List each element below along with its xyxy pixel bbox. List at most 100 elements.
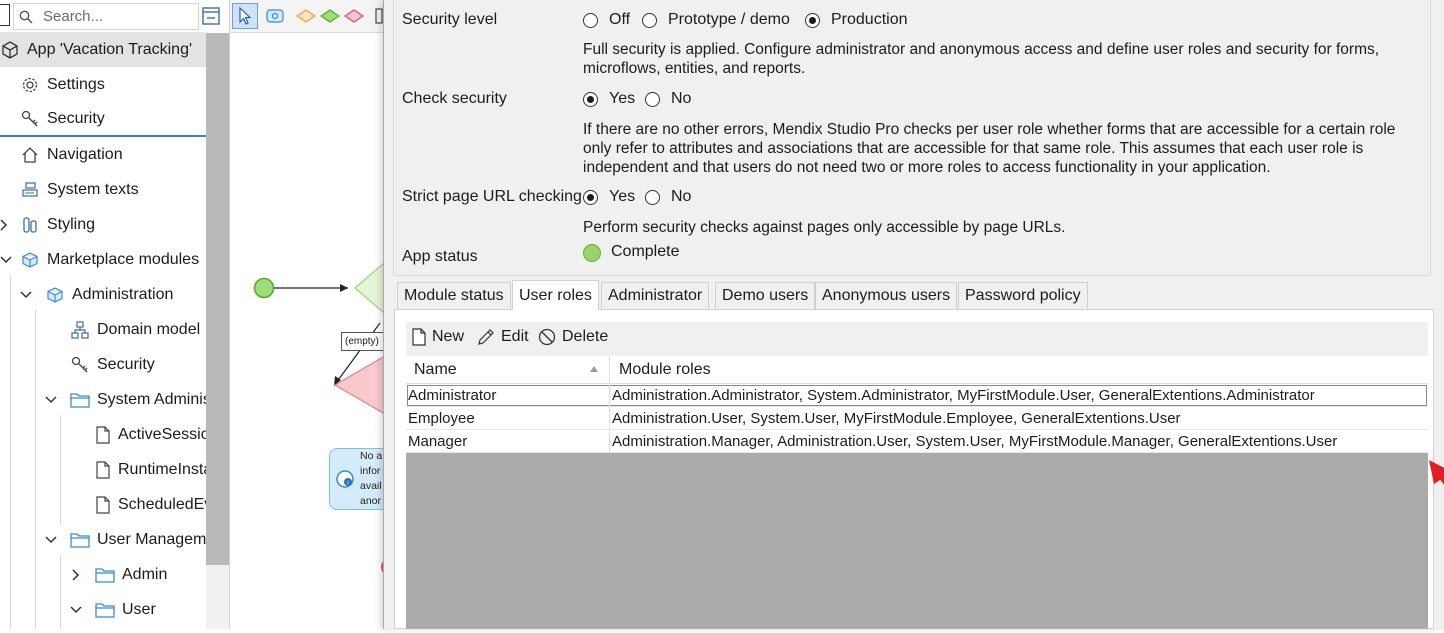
radio-button[interactable] <box>645 91 660 107</box>
microflow-canvas[interactable] <box>230 33 399 629</box>
security-level-description: Full security is applied. Configure admi… <box>583 41 1380 77</box>
cell-module-roles: Administration.Administrator, System.Adm… <box>612 387 1315 404</box>
tree-item-admin[interactable]: Admin <box>0 557 206 592</box>
radio-button[interactable] <box>583 91 598 107</box>
radio-button[interactable] <box>645 189 660 205</box>
check-security-no-radio[interactable]: No <box>645 90 691 108</box>
tree-item-marketplace-modules[interactable]: Marketplace modules <box>0 242 206 277</box>
chevron-right-icon[interactable] <box>0 218 8 231</box>
folder-icon <box>95 567 115 583</box>
decision-tool-icon[interactable] <box>296 9 316 23</box>
search-input[interactable] <box>41 7 191 26</box>
app-status-value: Complete <box>611 243 680 260</box>
activity-tool-icon[interactable] <box>266 9 284 23</box>
strict-url-label: Strict page URL checking <box>402 188 582 205</box>
tab-anonymous-users[interactable]: Anonymous users <box>815 282 958 309</box>
tab-demo-users[interactable]: Demo users <box>715 282 816 309</box>
new-button-label: New <box>432 328 465 345</box>
column-header-name[interactable]: Name <box>414 361 457 379</box>
tree-item-system-texts[interactable]: System texts <box>0 172 206 207</box>
start-event[interactable] <box>253 277 275 299</box>
new-button[interactable]: New <box>412 328 464 346</box>
tab-module-status[interactable]: Module status <box>397 282 511 309</box>
chevron-right-icon[interactable] <box>72 568 80 581</box>
tree-item-administration[interactable]: Administration <box>0 277 206 312</box>
chevron-down-icon[interactable] <box>20 290 32 299</box>
chevron-down-icon[interactable] <box>45 535 57 544</box>
radio-button[interactable] <box>583 189 598 205</box>
tree-item-system-administration[interactable]: System Administration <box>0 382 206 417</box>
tree-item-app[interactable]: App 'Vacation Tracking' <box>0 32 206 67</box>
collapse-all-icon[interactable] <box>202 7 220 25</box>
folder-icon <box>70 392 90 408</box>
cell-module-roles: Administration.Manager, Administration.U… <box>612 433 1338 450</box>
strict-url-yes-radio[interactable]: Yes <box>583 188 635 206</box>
chevron-down-icon[interactable] <box>0 255 12 264</box>
error-node[interactable] <box>333 351 391 419</box>
svg-text:i: i <box>347 481 348 487</box>
strict-url-no-radio[interactable]: No <box>645 188 691 206</box>
delete-button[interactable]: Delete <box>538 328 608 346</box>
radio-label: Yes <box>609 90 636 107</box>
tree-item-domain-model[interactable]: Domain model <box>0 312 206 347</box>
column-separator <box>609 356 610 453</box>
tree-item-settings[interactable]: Settings <box>0 67 206 102</box>
tree-item-label: ActiveSessions <box>118 425 206 443</box>
radio-label: Prototype / demo <box>668 11 790 28</box>
security-level-off-radio[interactable]: Off <box>583 11 630 29</box>
tab-password-policy[interactable]: Password policy <box>958 282 1088 309</box>
search-box[interactable] <box>13 3 199 30</box>
microflow-diagram <box>253 256 399 576</box>
cell-role-name: Employee <box>408 410 475 427</box>
security-level-prototype-radio[interactable]: Prototype / demo <box>642 11 790 29</box>
tree-item-styling[interactable]: Styling <box>0 207 206 242</box>
tree-item-runtimeinstances[interactable]: RuntimeInstances <box>0 452 206 487</box>
table-row[interactable]: Administrator Administration.Administrat… <box>406 384 1428 407</box>
home-icon <box>20 146 40 164</box>
tree-item-label: App 'Vacation Tracking' <box>27 40 193 58</box>
tree-item-user[interactable]: User <box>0 592 206 627</box>
tree-item-label: System texts <box>47 180 139 198</box>
tree-item-user-management[interactable]: User Management <box>0 522 206 557</box>
annotation-text: No a infor avail anor <box>360 450 383 507</box>
security-level-production-radio[interactable]: Production <box>805 11 908 29</box>
tree-item-label: User <box>122 600 156 618</box>
more-tools-icon[interactable] <box>375 8 383 24</box>
tree-item-label: Navigation <box>47 145 123 163</box>
table-row[interactable]: Manager Administration.Manager, Administ… <box>406 430 1428 453</box>
chevron-down-icon[interactable] <box>45 395 57 404</box>
check-security-yes-radio[interactable]: Yes <box>583 90 635 108</box>
tree-item-label: Domain model <box>97 320 201 338</box>
tree-item-label: User Management <box>97 530 206 548</box>
column-header-module-roles[interactable]: Module roles <box>619 361 711 379</box>
tree-item-activesessions[interactable]: ActiveSessions <box>0 417 206 452</box>
chevron-down-icon[interactable] <box>70 605 82 614</box>
radio-label: Off <box>609 11 631 28</box>
radio-button[interactable] <box>805 12 820 28</box>
cell-role-name: Manager <box>408 433 468 450</box>
strict-url-description: Perform security checks against pages on… <box>583 219 1066 236</box>
tree-item-module-security[interactable]: Security <box>0 347 206 382</box>
panel-icon <box>0 4 10 26</box>
tab-administrator[interactable]: Administrator <box>601 282 710 309</box>
module-cube-icon <box>45 286 65 304</box>
tree-scrollbar-thumb[interactable] <box>206 33 229 565</box>
error-tool-icon[interactable] <box>344 9 364 23</box>
tab-user-roles[interactable]: User roles <box>512 280 599 310</box>
radio-label: No <box>671 90 692 107</box>
radio-label: Production <box>831 11 908 28</box>
radio-button[interactable] <box>642 12 657 28</box>
cell-module-roles: Administration.User, System.User, MyFirs… <box>612 410 1181 427</box>
check-security-description: If there are no other errors, Mendix Stu… <box>583 121 1396 176</box>
table-row[interactable]: Employee Administration.User, System.Use… <box>406 407 1428 430</box>
tree-item-scheduledevents[interactable]: ScheduledEvents <box>0 487 206 522</box>
tree-item-navigation[interactable]: Navigation <box>0 137 206 172</box>
edit-button[interactable]: Edit <box>477 328 529 346</box>
gear-icon <box>20 76 40 94</box>
tree-item-security[interactable]: Security <box>0 102 206 137</box>
pointer-tool-icon[interactable] <box>232 3 258 29</box>
radio-button[interactable] <box>583 12 598 28</box>
canvas-toolbar <box>230 0 390 33</box>
merge-tool-icon[interactable] <box>320 9 340 23</box>
sort-ascending-icon[interactable] <box>589 365 599 373</box>
